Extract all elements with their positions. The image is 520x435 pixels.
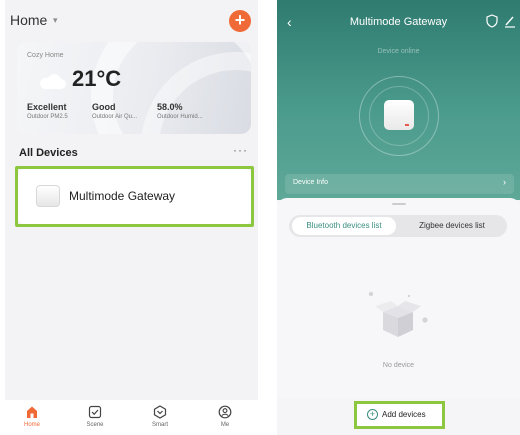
user-icon: [218, 405, 232, 419]
gateway-screen: ‹ Multimode Gateway Device online Device…: [277, 0, 520, 435]
empty-box-icon: [368, 291, 428, 337]
stat-value: Excellent: [27, 102, 67, 112]
chevron-down-icon[interactable]: ▾: [53, 15, 58, 26]
stat-value: Good: [92, 102, 116, 112]
device-highlight: [15, 166, 254, 227]
weather-card[interactable]: Cozy Home 21°C Excellent Outdoor PM2.5 G…: [17, 42, 251, 134]
plus-icon: +: [367, 409, 378, 420]
gateway-hero: ‹ Multimode Gateway Device online Device…: [277, 0, 520, 200]
stat-humidity: 58.0% Outdoor Humid...: [157, 102, 203, 120]
gateway-device-image: [384, 100, 414, 130]
smart-icon: [153, 405, 167, 419]
device-info-row[interactable]: Device Info ›: [285, 174, 514, 194]
shield-icon[interactable]: [486, 14, 498, 28]
add-devices-label: Add devices: [382, 410, 426, 419]
more-icon[interactable]: ···: [233, 143, 248, 157]
add-device-button[interactable]: +: [229, 10, 251, 32]
add-devices-button[interactable]: + Add devices: [354, 401, 445, 429]
temperature: 21°C: [72, 66, 122, 91]
tab-bluetooth-devices[interactable]: Bluetooth devices list: [292, 217, 396, 235]
device-list-sheet: Bluetooth devices list Zigbee devices li…: [277, 198, 520, 398]
checkbox-icon: [88, 405, 102, 419]
sheet-handle[interactable]: [392, 203, 406, 205]
tab-zigbee-devices[interactable]: Zigbee devices list: [399, 217, 505, 235]
tab-me[interactable]: Me: [200, 405, 250, 428]
tab-smart[interactable]: Smart: [135, 405, 185, 428]
page-indicator: [132, 124, 142, 134]
stat-label: Outdoor Humid...: [157, 114, 203, 120]
home-header: Home ▾ +: [10, 10, 253, 36]
tab-bar: Home Scene Smart Me: [5, 400, 258, 435]
tab-label: Scene: [86, 422, 104, 428]
stat-value: 58.0%: [157, 102, 183, 112]
home-screen: Home ▾ + Cozy Home 21°C Excellent Outdoo…: [5, 0, 258, 435]
tab-label: Smart: [151, 422, 168, 428]
status-text: Device online: [377, 48, 420, 55]
section-title: All Devices: [19, 147, 78, 159]
tab-label: Me: [220, 422, 230, 428]
stat-air-quality: Good Outdoor Air Qu...: [92, 102, 137, 120]
edit-icon[interactable]: [504, 14, 516, 28]
stat-pm25: Excellent Outdoor PM2.5: [27, 102, 68, 120]
empty-state-text: No device: [382, 362, 415, 369]
list-segmented-control: Bluetooth devices list Zigbee devices li…: [289, 215, 507, 237]
home-icon: [27, 406, 37, 418]
cloud-icon: [40, 74, 66, 89]
tab-home[interactable]: Home: [7, 405, 57, 428]
home-name: Cozy Home: [27, 52, 64, 59]
stat-label: Outdoor PM2.5: [27, 114, 68, 120]
page-title: Multimode Gateway: [349, 16, 448, 28]
device-info-label: Device Info: [293, 179, 329, 186]
tab-scene[interactable]: Scene: [70, 405, 120, 428]
chevron-right-icon: ›: [503, 177, 506, 187]
home-selector[interactable]: Home: [10, 12, 47, 28]
stat-label: Outdoor Air Qu...: [92, 114, 138, 120]
tab-label: Home: [23, 422, 40, 428]
